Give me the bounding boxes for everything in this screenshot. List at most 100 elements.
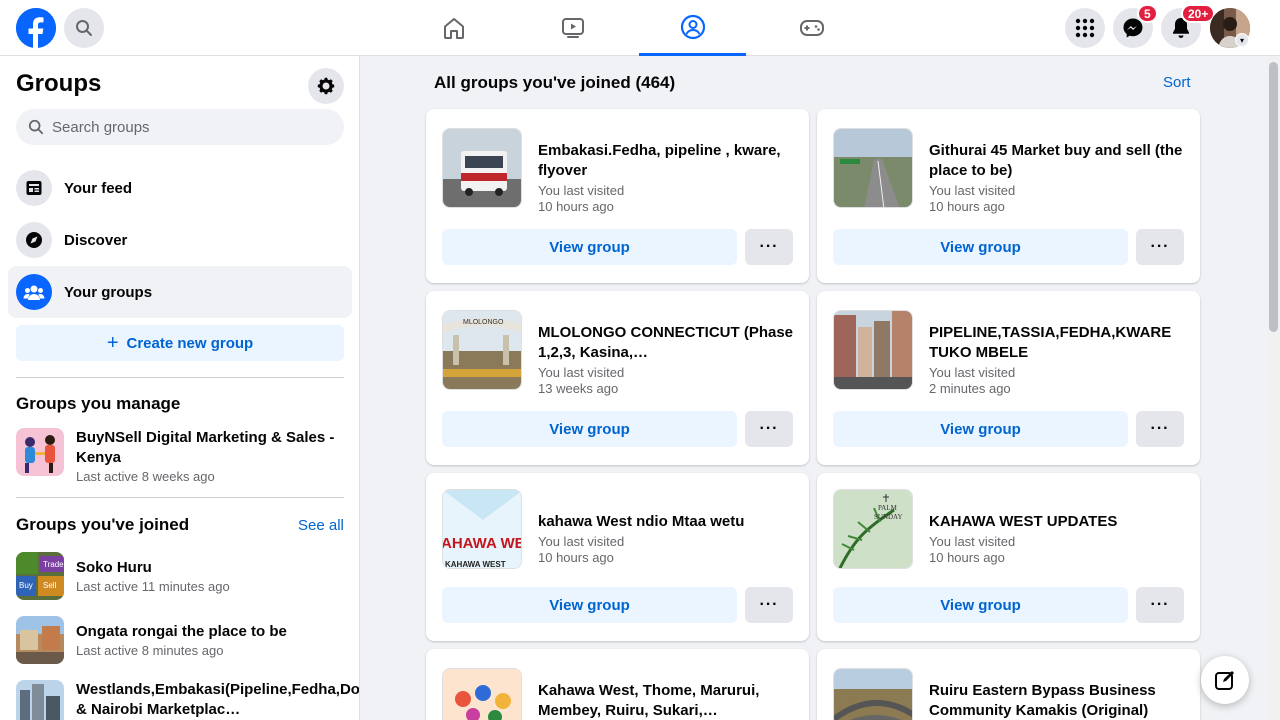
group-last-active: Last active 8 minutes ago [76, 643, 224, 658]
joined-group-item[interactable]: Ongata rongai the place to be Last activ… [16, 616, 344, 664]
group-name: BuyNSell Digital Marketing & Sales - Ken… [76, 429, 335, 466]
more-options-button[interactable]: ··· [745, 587, 793, 623]
sidebar-item-your-feed[interactable]: Your feed [8, 162, 352, 214]
more-options-button[interactable]: ··· [745, 411, 793, 447]
group-thumbnail[interactable] [833, 128, 913, 208]
group-card: AHAWA WES KAHAWA WEST kahawa West ndio M… [426, 473, 809, 641]
view-group-button[interactable]: View group [833, 229, 1128, 265]
search-groups-field[interactable] [16, 109, 344, 145]
view-group-button[interactable]: View group [833, 587, 1128, 623]
divider [16, 497, 344, 498]
tab-home[interactable] [400, 0, 507, 56]
group-thumbnail[interactable]: PALM SUNDAY [833, 489, 913, 569]
soko-huru-thumb-icon: Trade Buy Sell [16, 552, 64, 600]
compass-icon-wrap [16, 222, 52, 258]
group-thumbnail [16, 616, 64, 664]
last-visited-time: 2 minutes ago [929, 381, 1011, 396]
more-options-button[interactable]: ··· [1136, 229, 1184, 265]
group-name[interactable]: Githurai 45 Market buy and sell (the pla… [929, 141, 1184, 181]
sidebar-item-label: Your feed [64, 179, 133, 197]
kahawa-west-big-text: AHAWA WES [443, 535, 522, 552]
group-name: Soko Huru [76, 559, 152, 576]
soko-buy-text: Buy [19, 581, 33, 590]
groups-sidebar: Groups Your feed [0, 56, 360, 720]
tab-groups[interactable] [639, 0, 746, 56]
group-thumbnail[interactable] [442, 668, 522, 720]
sidebar-item-label: Your groups [64, 283, 153, 301]
page-scrollbar[interactable] [1267, 56, 1280, 720]
group-thumbnail [16, 428, 64, 476]
create-new-group-button[interactable]: + Create new group [16, 325, 344, 361]
more-options-button[interactable]: ··· [745, 229, 793, 265]
settings-button[interactable] [308, 68, 344, 104]
video-icon [561, 18, 584, 38]
view-group-button[interactable]: View group [442, 411, 737, 447]
last-visited-label: You last visited [538, 183, 625, 198]
notifications-button[interactable]: 20+ [1161, 4, 1216, 48]
group-thumbnail[interactable] [833, 668, 913, 720]
account-chevron-down-icon[interactable]: ▾ [1235, 33, 1249, 47]
group-thumbnail [16, 680, 64, 720]
facebook-logo[interactable] [16, 8, 56, 48]
view-group-button[interactable]: View group [833, 411, 1128, 447]
see-all-link[interactable]: See all [298, 517, 344, 534]
search-groups-input[interactable] [52, 118, 332, 136]
plus-icon: + [106, 332, 119, 354]
last-visited-label: You last visited [538, 365, 625, 380]
groups-icon-wrap [16, 274, 52, 310]
joined-group-item[interactable]: Trade Buy Sell Soko Huru Last active 11 … [16, 552, 344, 600]
notifications-badge: 20+ [1181, 4, 1216, 23]
top-navbar: 5 20+ ▾ [0, 0, 1280, 56]
sidebar-item-discover[interactable]: Discover [8, 214, 352, 266]
messenger-button[interactable]: 5 [1113, 4, 1158, 48]
group-name[interactable]: MLOLONGO CONNECTICUT (Phase 1,2,3, Kasin… [538, 323, 793, 363]
search-button[interactable] [64, 8, 104, 48]
soko-sell-text: Sell [43, 581, 57, 590]
page-title: All groups you've joined (464) [434, 73, 676, 92]
group-name: Westlands,Embakasi(Pipeline,Fedha,Donhol… [76, 681, 360, 718]
group-name[interactable]: Embakasi.Fedha, pipeline , kware, flyove… [538, 141, 793, 181]
group-name[interactable]: KAHAWA WEST UPDATES [929, 512, 1184, 532]
kahawa-west-banner-icon: AHAWA WES KAHAWA WEST [443, 490, 522, 569]
more-options-button[interactable]: ··· [1136, 411, 1184, 447]
group-name[interactable]: Kahawa West, Thome, Marurui, Membey, Rui… [538, 681, 793, 720]
managed-group-item[interactable]: BuyNSell Digital Marketing & Sales - Ken… [16, 428, 344, 484]
group-thumbnail[interactable]: MLOLONGO [442, 310, 522, 390]
groups-icon [680, 14, 705, 39]
palm-sunday-poster-icon: PALM SUNDAY [834, 490, 912, 568]
kahawa-west-small-text: KAHAWA WEST [445, 560, 506, 569]
ruiru-bypass-photo-icon [834, 669, 912, 720]
tab-video[interactable] [519, 0, 626, 56]
tab-gaming[interactable] [758, 0, 865, 56]
joined-group-item[interactable]: Westlands,Embakasi(Pipeline,Fedha,Donhol… [16, 680, 360, 720]
last-visited-label: You last visited [929, 183, 1016, 198]
menu-button[interactable] [1065, 8, 1105, 48]
buynsell-illustration-icon [16, 428, 64, 476]
search-icon [76, 20, 92, 36]
sort-link[interactable]: Sort [1163, 74, 1191, 91]
group-name[interactable]: Ruiru Eastern Bypass Business Community … [929, 681, 1184, 720]
group-last-active: Last active 8 weeks ago [76, 469, 215, 484]
last-visited-time: 10 hours ago [538, 550, 614, 565]
create-new-group-label: Create new group [126, 334, 254, 352]
group-thumbnail: Trade Buy Sell [16, 552, 64, 600]
more-options-button[interactable]: ··· [1136, 587, 1184, 623]
new-message-button[interactable] [1201, 656, 1249, 704]
group-thumbnail[interactable] [442, 128, 522, 208]
groups-joined-heading: Groups you've joined [16, 515, 190, 534]
view-group-button[interactable]: View group [442, 229, 737, 265]
last-visited-time: 10 hours ago [929, 550, 1005, 565]
group-name[interactable]: kahawa West ndio Mtaa wetu [538, 512, 793, 532]
group-name[interactable]: PIPELINE,TASSIA,FEDHA,KWARE TUKO MBELE [929, 323, 1184, 363]
group-thumbnail[interactable]: AHAWA WES KAHAWA WEST [442, 489, 522, 569]
view-group-button[interactable]: View group [442, 587, 737, 623]
group-card: Githurai 45 Market buy and sell (the pla… [817, 109, 1200, 283]
street-buildings-photo-icon [834, 311, 912, 389]
divider [16, 377, 344, 378]
group-card: Kahawa West, Thome, Marurui, Membey, Rui… [426, 649, 809, 720]
last-visited-label: You last visited [538, 534, 625, 549]
sidebar-item-label: Discover [64, 231, 128, 249]
scrollbar-thumb[interactable] [1269, 62, 1278, 332]
group-thumbnail[interactable] [833, 310, 913, 390]
sidebar-item-your-groups[interactable]: Your groups [8, 266, 352, 318]
